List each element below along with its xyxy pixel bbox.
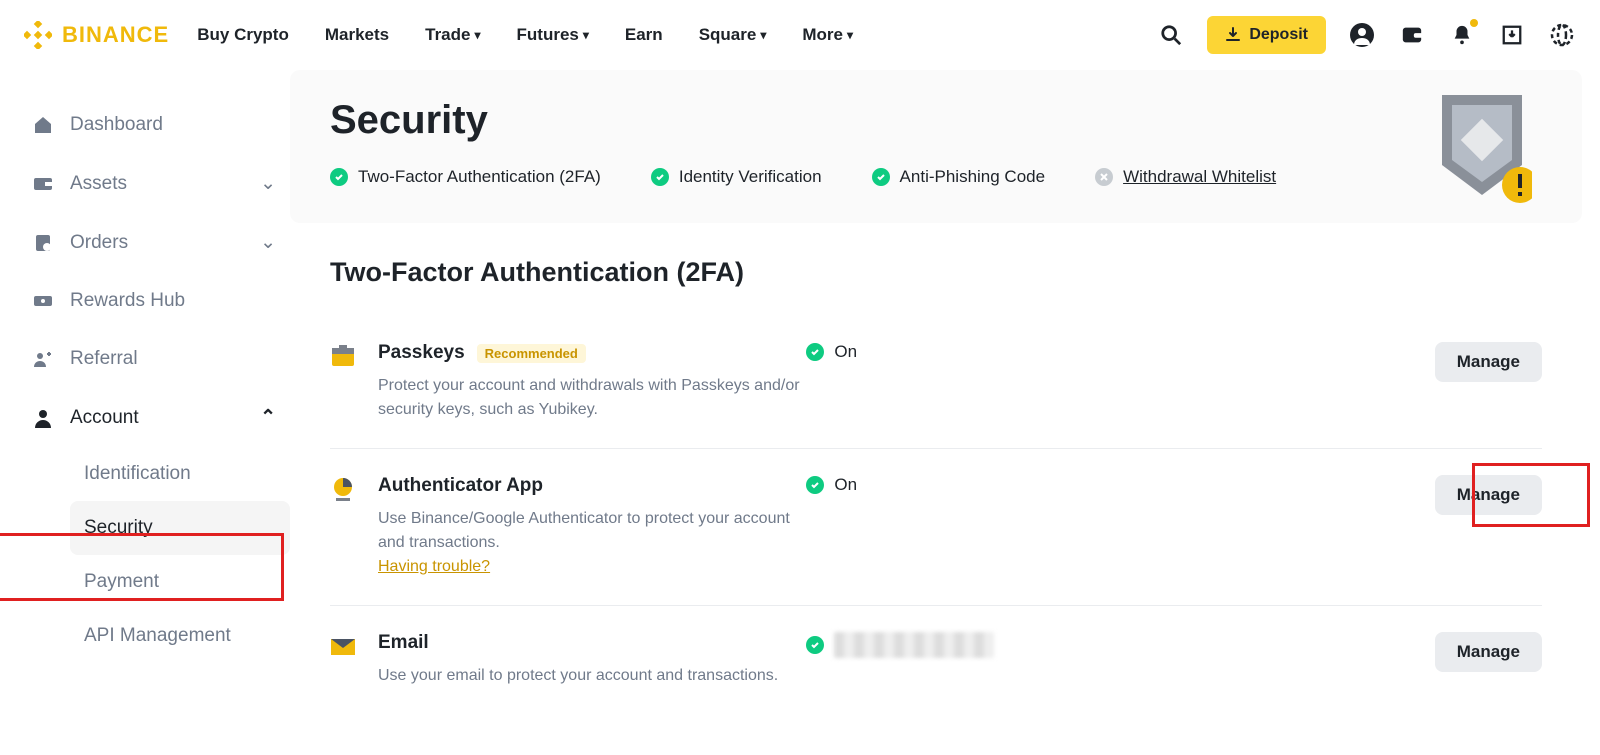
sidebar-item-label: Dashboard	[70, 114, 276, 136]
chevron-up-icon: ⌃	[260, 406, 276, 429]
nav-buy-crypto[interactable]: Buy Crypto	[197, 25, 289, 45]
row-status	[806, 632, 1006, 658]
sidebar: Dashboard Assets ⌄ Orders ⌄ Rewards Hub …	[0, 70, 290, 714]
sidebar-sub-payment[interactable]: Payment	[70, 555, 290, 609]
user-icon[interactable]	[1348, 21, 1376, 49]
header-actions: Deposit	[1157, 16, 1576, 54]
manage-email-button[interactable]: Manage	[1435, 632, 1542, 672]
page-header-banner: Security Two-Factor Authentication (2FA)…	[290, 70, 1582, 223]
sidebar-item-label: Referral	[70, 348, 276, 370]
row-title: Authenticator App	[378, 475, 543, 497]
chevron-down-icon: ▾	[847, 28, 853, 42]
sidebar-item-dashboard[interactable]: Dashboard	[18, 96, 290, 154]
manage-authenticator-button[interactable]: Manage	[1435, 475, 1542, 515]
wallet-icon	[32, 173, 54, 195]
check-icon	[651, 168, 669, 186]
referral-icon	[32, 348, 54, 370]
chevron-down-icon: ⌄	[260, 231, 276, 254]
notification-dot-icon	[1470, 19, 1478, 27]
main-content: Security Two-Factor Authentication (2FA)…	[290, 70, 1600, 714]
status-2fa[interactable]: Two-Factor Authentication (2FA)	[330, 167, 601, 187]
status-withdrawal-whitelist[interactable]: Withdrawal Whitelist	[1095, 167, 1276, 187]
check-icon	[330, 168, 348, 186]
check-icon	[806, 636, 824, 654]
check-icon	[806, 476, 824, 494]
deposit-button[interactable]: Deposit	[1207, 16, 1326, 54]
brand-text: BINANCE	[62, 22, 169, 48]
chevron-down-icon: ▾	[474, 28, 480, 42]
sidebar-item-account[interactable]: Account ⌃	[18, 388, 290, 447]
manage-passkeys-button[interactable]: Manage	[1435, 342, 1542, 382]
authenticator-icon	[330, 477, 356, 503]
top-nav: Buy Crypto Markets Trade▾ Futures▾ Earn …	[197, 25, 1157, 45]
sidebar-item-referral[interactable]: Referral	[18, 330, 290, 388]
row-desc: Use Binance/Google Authenticator to prot…	[378, 510, 790, 551]
row-title: Passkeys	[378, 342, 465, 364]
row-status: On	[806, 475, 1006, 495]
top-header: BINANCE Buy Crypto Markets Trade▾ Future…	[0, 0, 1600, 70]
brand-logo[interactable]: BINANCE	[24, 21, 169, 49]
nav-markets[interactable]: Markets	[325, 25, 389, 45]
section-title: Two-Factor Authentication (2FA)	[330, 257, 1542, 288]
status-antiphishing[interactable]: Anti-Phishing Code	[872, 167, 1046, 187]
sidebar-item-label: Rewards Hub	[70, 290, 276, 312]
orders-icon	[32, 232, 54, 254]
x-icon	[1095, 168, 1113, 186]
search-icon[interactable]	[1157, 21, 1185, 49]
row-email: Email Use your email to protect your acc…	[330, 606, 1542, 714]
sidebar-account-submenu: Identification Security Payment API Mana…	[18, 447, 290, 663]
notifications-icon[interactable]	[1448, 21, 1476, 49]
chevron-down-icon: ▾	[583, 28, 589, 42]
page-title: Security	[330, 98, 1542, 143]
section-2fa: Two-Factor Authentication (2FA) Passkeys…	[290, 223, 1582, 714]
sidebar-item-label: Assets	[70, 173, 260, 195]
row-passkeys: Passkeys Recommended Protect your accoun…	[330, 316, 1542, 449]
sidebar-item-assets[interactable]: Assets ⌄	[18, 154, 290, 213]
nav-trade[interactable]: Trade▾	[425, 25, 480, 45]
row-desc: Use your email to protect your account a…	[378, 664, 806, 688]
ticket-icon	[32, 290, 54, 312]
recommended-tag: Recommended	[477, 344, 586, 363]
sidebar-item-orders[interactable]: Orders ⌄	[18, 213, 290, 272]
download-app-icon[interactable]	[1498, 21, 1526, 49]
row-title: Email	[378, 632, 429, 654]
nav-square[interactable]: Square▾	[699, 25, 767, 45]
wallet-icon[interactable]	[1398, 21, 1426, 49]
email-value-redacted	[834, 632, 994, 658]
home-icon	[32, 114, 54, 136]
status-identity[interactable]: Identity Verification	[651, 167, 822, 187]
download-icon	[1225, 27, 1241, 43]
email-icon	[330, 634, 356, 660]
nav-futures[interactable]: Futures▾	[517, 25, 589, 45]
sidebar-item-label: Account	[70, 407, 260, 429]
row-status: On	[806, 342, 1006, 362]
chevron-down-icon: ▾	[760, 28, 766, 42]
sidebar-item-rewards[interactable]: Rewards Hub	[18, 272, 290, 330]
nav-earn[interactable]: Earn	[625, 25, 663, 45]
binance-logo-icon	[24, 21, 52, 49]
security-status-row: Two-Factor Authentication (2FA) Identity…	[330, 167, 1542, 187]
passkey-icon	[330, 344, 356, 370]
user-icon	[32, 407, 54, 429]
chevron-down-icon: ⌄	[260, 172, 276, 195]
security-shield-badge-icon	[1432, 90, 1532, 210]
sidebar-item-label: Orders	[70, 232, 260, 254]
having-trouble-link[interactable]: Having trouble?	[378, 558, 490, 575]
sidebar-sub-security[interactable]: Security	[70, 501, 290, 555]
globe-icon[interactable]	[1548, 21, 1576, 49]
nav-more[interactable]: More▾	[802, 25, 853, 45]
row-desc: Protect your account and withdrawals wit…	[378, 374, 806, 422]
row-authenticator: Authenticator App Use Binance/Google Aut…	[330, 449, 1542, 606]
sidebar-sub-identification[interactable]: Identification	[70, 447, 290, 501]
check-icon	[872, 168, 890, 186]
check-icon	[806, 343, 824, 361]
sidebar-sub-api[interactable]: API Management	[70, 609, 290, 663]
